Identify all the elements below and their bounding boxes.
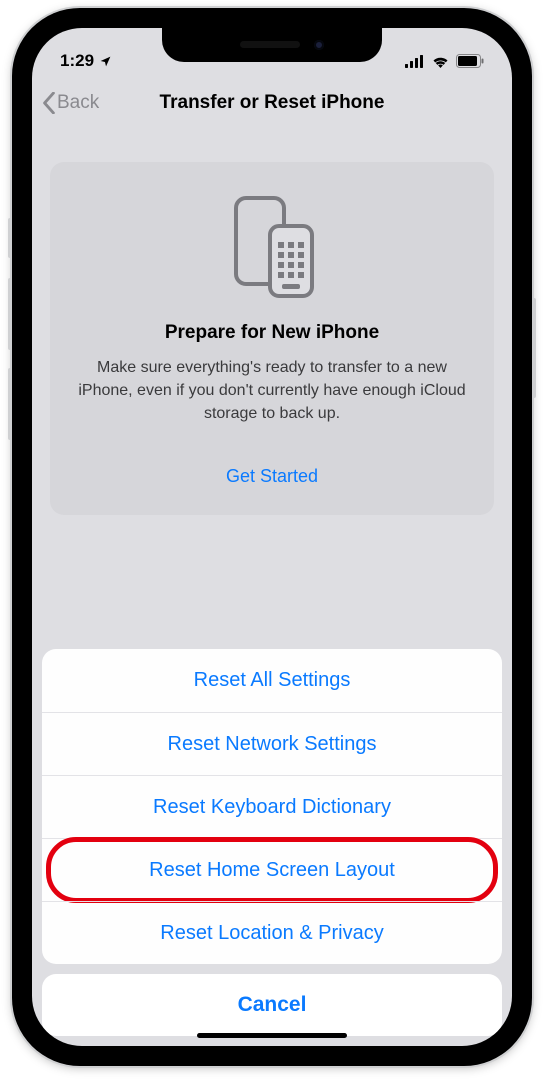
home-indicator[interactable] [197, 1033, 347, 1038]
sheet-item-label: Reset All Settings [194, 669, 351, 692]
notch [162, 28, 382, 62]
screen: 1:29 Back [32, 28, 512, 1046]
sheet-item-label: Reset Location & Privacy [160, 922, 383, 945]
volume-down [8, 368, 12, 440]
sheet-item-label: Reset Network Settings [168, 733, 377, 756]
mute-switch [8, 218, 12, 258]
status-time: 1:29 [60, 51, 94, 71]
card-title: Prepare for New iPhone [74, 322, 470, 344]
cancel-label: Cancel [238, 993, 307, 1017]
get-started-link[interactable]: Get Started [226, 466, 318, 487]
volume-up [8, 278, 12, 350]
sheet-item-label: Reset Home Screen Layout [149, 859, 395, 882]
nav-bar: Back Transfer or Reset iPhone [32, 76, 512, 130]
wifi-icon [431, 54, 450, 68]
back-button[interactable]: Back [42, 76, 99, 130]
nav-title: Transfer or Reset iPhone [160, 92, 385, 114]
reset-keyboard-dictionary[interactable]: Reset Keyboard Dictionary [42, 775, 502, 838]
prepare-card: Prepare for New iPhone Make sure everyth… [50, 162, 494, 515]
reset-all-settings[interactable]: Reset All Settings [42, 649, 502, 712]
card-description: Make sure everything's ready to transfer… [74, 356, 470, 426]
reset-location-privacy[interactable]: Reset Location & Privacy [42, 901, 502, 964]
power-button [532, 298, 536, 398]
chevron-left-icon [42, 92, 56, 114]
reset-home-screen-layout[interactable]: Reset Home Screen Layout [42, 838, 502, 901]
phone-frame: 1:29 Back [12, 8, 532, 1066]
location-icon [99, 55, 112, 68]
action-sheet: Reset All Settings Reset Network Setting… [32, 649, 512, 1046]
back-label: Back [57, 92, 99, 114]
reset-network-settings[interactable]: Reset Network Settings [42, 712, 502, 775]
devices-icon [222, 192, 322, 302]
cancel-button[interactable]: Cancel [42, 974, 502, 1036]
cellular-icon [405, 55, 425, 68]
battery-icon [456, 54, 484, 68]
sheet-item-label: Reset Keyboard Dictionary [153, 796, 391, 819]
reset-options-group: Reset All Settings Reset Network Setting… [42, 649, 502, 964]
